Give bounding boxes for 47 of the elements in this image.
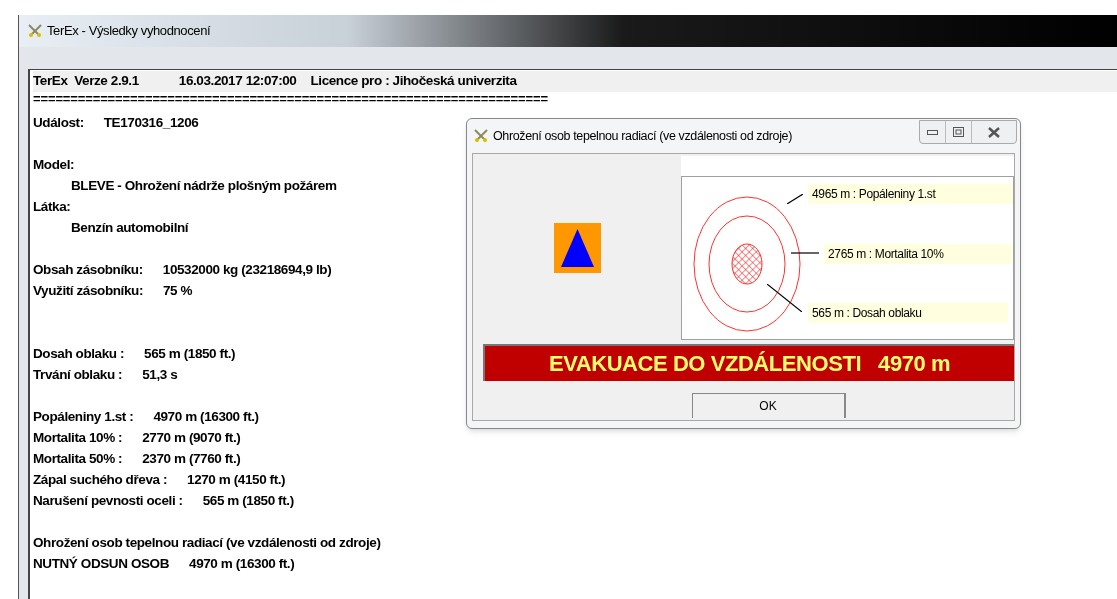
field-label: Narušení pevnosti oceli :	[33, 492, 183, 511]
field-label: Obsah zásobníku:	[33, 261, 143, 280]
report-text: Model:	[33, 156, 75, 175]
report-text: Benzín automobilní	[71, 219, 189, 238]
field-label: Dosah oblaku :	[33, 345, 125, 364]
ok-button[interactable]: OK	[691, 393, 846, 418]
zone-label: 4965 m : Popáleniny 1.st	[808, 184, 1013, 204]
leader-line	[767, 284, 802, 312]
field-label: Trvání oblaku :	[33, 366, 123, 385]
field-label: Mortalita 10% :	[33, 429, 123, 448]
field-value: 565 m (1850 ft.)	[202, 492, 294, 511]
field-label: NUTNÝ ODSUN OSOB	[33, 555, 170, 574]
field-value: 10532000 kg (23218694,9 lb)	[162, 261, 332, 280]
field-value: 565 m (1850 ft.)	[144, 345, 236, 364]
field-value: 2370 m (7760 ft.)	[142, 450, 241, 469]
field-label: Využití zásobníku:	[33, 282, 143, 301]
separator-line: =====================================================================	[33, 92, 548, 106]
zone-label: 2765 m : Mortalita 10%	[824, 244, 1012, 264]
report-text: Ohrožení osob tepelnou radiací (ve vzdálenosti od zdroje)	[33, 534, 381, 553]
minimize-icon	[927, 129, 938, 135]
report-text: BLEVE - Ohrožení nádrže plošným požárem	[71, 177, 337, 196]
report-header-text: TerEx Verze 2.9.1	[33, 72, 139, 91]
field-value: 2770 m (9070 ft.)	[142, 429, 241, 448]
field-value: 4970 m (16300 ft.)	[153, 408, 259, 427]
close-icon	[988, 126, 1000, 138]
crossed-swords-icon	[27, 23, 43, 39]
dialog-title: Ohrožení osob tepelnou radiací (ve vzdálenosti od zdroje)	[493, 127, 792, 145]
field-label: Mortalita 50% :	[33, 450, 123, 469]
field-value: 4970 m (16300 ft.)	[189, 555, 295, 574]
report-header-text: 16.03.2017 12:07:00	[178, 72, 297, 91]
field-label: Popáleniny 1.st :	[33, 408, 134, 427]
field-value: 75 %	[163, 282, 193, 301]
maximize-icon	[953, 127, 964, 137]
report-text: Látka:	[33, 198, 71, 217]
civil-protection-icon	[553, 222, 601, 273]
field-label: Událost:	[33, 114, 84, 133]
field-value: 1270 m (4150 ft.)	[187, 471, 286, 490]
leader-line	[787, 194, 803, 204]
leader-line	[791, 252, 819, 254]
crossed-swords-icon	[473, 128, 489, 144]
evacuation-banner: EVAKUACE DO VZDÁLENOSTI 4970 m	[483, 344, 1014, 381]
field-value: 51,3 s	[142, 366, 178, 385]
field-label: Zápal suchého dřeva :	[33, 471, 168, 490]
window-title: TerEx - Výsledky vyhodnocení	[47, 22, 211, 41]
report-header-text: Licence pro : Jihočeská univerzita	[310, 72, 517, 91]
field-value: TE170316_1206	[103, 114, 199, 133]
zone-label: 565 m : Dosah oblaku	[808, 303, 1008, 323]
